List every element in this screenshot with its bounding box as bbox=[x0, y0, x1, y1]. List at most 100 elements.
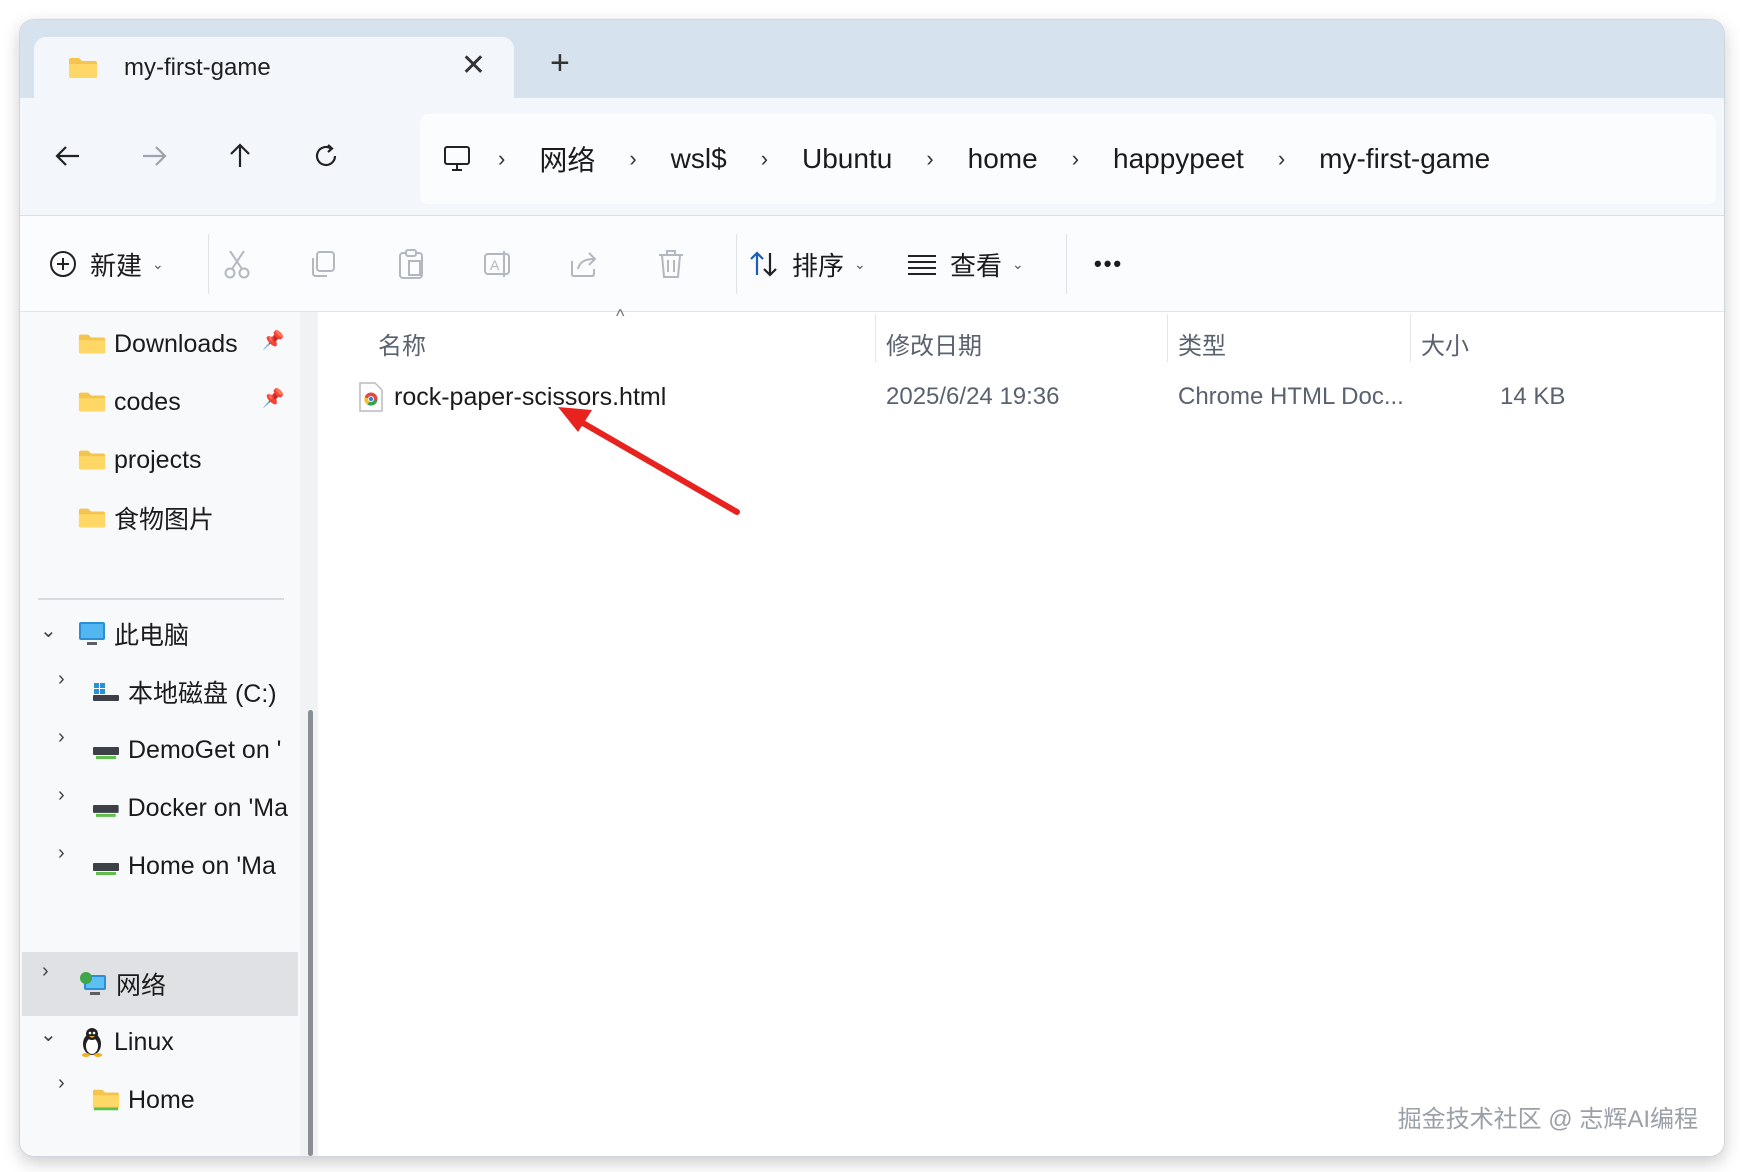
sidebar-item-label: 网络 bbox=[116, 972, 167, 1000]
network-drive-icon bbox=[92, 805, 119, 817]
new-label: 新建 bbox=[90, 250, 143, 281]
linux-penguin-icon bbox=[82, 1028, 102, 1057]
sidebar-item-linux[interactable]: Linux bbox=[78, 1010, 278, 1074]
chevron-right-icon[interactable]: › bbox=[58, 668, 65, 691]
breadcrumb-my-first-game[interactable]: my-first-game bbox=[1305, 143, 1504, 175]
up-button[interactable] bbox=[220, 136, 260, 176]
copy-icon bbox=[312, 251, 335, 277]
breadcrumb-home[interactable]: home bbox=[954, 143, 1052, 175]
rename-icon: A bbox=[484, 251, 510, 277]
sidebar-item-projects[interactable]: projects bbox=[78, 428, 278, 492]
sidebar-item-label: 本地磁盘 (C:) bbox=[128, 680, 277, 708]
breadcrumb-separator-icon: › bbox=[498, 146, 506, 171]
column-header-name[interactable]: 名称 bbox=[378, 318, 426, 368]
folder-icon bbox=[92, 1089, 120, 1111]
plus-circle-icon bbox=[50, 251, 76, 277]
new-tab-button[interactable]: + bbox=[550, 46, 570, 80]
forward-button[interactable] bbox=[134, 136, 174, 176]
sidebar-item-label: Linux bbox=[114, 1027, 174, 1056]
navigation-bar: › 网络 › wsl$ › Ubuntu › home › happypeet … bbox=[20, 98, 1724, 216]
monitor-icon bbox=[79, 622, 105, 645]
sidebar-item-label: 此电脑 bbox=[114, 622, 190, 650]
chevron-down-icon: ⌄ bbox=[152, 255, 164, 272]
up-arrow-icon bbox=[230, 143, 250, 167]
svg-text:A: A bbox=[490, 257, 500, 273]
chevron-down-icon: ⌄ bbox=[1012, 255, 1024, 272]
chevron-right-icon[interactable]: › bbox=[58, 726, 65, 749]
column-header-modified[interactable]: 修改日期 bbox=[886, 318, 982, 368]
breadcrumb-network[interactable]: 网络 bbox=[525, 139, 609, 179]
chevron-right-icon[interactable]: › bbox=[58, 842, 65, 865]
chevron-down-icon: ⌄ bbox=[854, 255, 866, 272]
rename-button[interactable]: A bbox=[482, 216, 514, 312]
sort-button[interactable]: 排序 ⌄ bbox=[748, 216, 866, 312]
sidebar-item-label: codes bbox=[114, 387, 181, 416]
sidebar-item-label: projects bbox=[114, 445, 202, 474]
sidebar-divider bbox=[38, 598, 284, 600]
folder-icon bbox=[78, 334, 106, 354]
breadcrumb-happypeet[interactable]: happypeet bbox=[1099, 143, 1258, 175]
breadcrumb-separator-icon: › bbox=[629, 146, 637, 171]
breadcrumb-wsl[interactable]: wsl$ bbox=[657, 143, 741, 175]
breadcrumb-separator-icon: › bbox=[1071, 146, 1080, 171]
column-divider[interactable] bbox=[875, 314, 876, 362]
chevron-right-icon[interactable]: › bbox=[42, 960, 49, 983]
annotation-arrow bbox=[558, 407, 740, 515]
breadcrumb-separator-icon: › bbox=[760, 146, 769, 171]
toolbar-divider bbox=[736, 234, 737, 294]
folder-icon bbox=[78, 508, 106, 528]
chevron-down-icon[interactable]: ⌄ bbox=[40, 1022, 57, 1047]
sidebar-item-label: Home bbox=[128, 1085, 195, 1114]
clipboard-icon bbox=[399, 249, 423, 279]
sidebar-item-local-disk-c[interactable]: 本地磁盘 (C:) bbox=[92, 660, 292, 724]
copy-button[interactable] bbox=[308, 216, 338, 312]
file-size-cell: 14 KB bbox=[1500, 383, 1566, 410]
pin-icon: 📌 bbox=[262, 330, 285, 350]
column-header-type[interactable]: 类型 bbox=[1178, 318, 1226, 368]
paste-button[interactable] bbox=[396, 216, 426, 312]
breadcrumb-separator-icon: › bbox=[926, 146, 934, 171]
delete-button[interactable] bbox=[656, 216, 686, 312]
close-tab-icon[interactable]: ✕ bbox=[461, 51, 486, 81]
chevron-down-icon[interactable]: ⌄ bbox=[40, 618, 57, 643]
sidebar-item-linux-home[interactable]: Home bbox=[92, 1068, 288, 1132]
chevron-right-icon[interactable]: › bbox=[58, 1072, 65, 1095]
sidebar-item-codes[interactable]: codes bbox=[78, 370, 268, 434]
folder-icon bbox=[78, 450, 106, 470]
scissors-icon bbox=[224, 250, 250, 279]
trash-icon bbox=[659, 250, 683, 278]
file-type-cell: Chrome HTML Doc... bbox=[1178, 383, 1404, 410]
sidebar-item-network[interactable]: 网络 bbox=[78, 952, 278, 1016]
column-divider[interactable] bbox=[1410, 314, 1411, 362]
more-icon: ••• bbox=[1094, 251, 1124, 276]
network-icon bbox=[80, 972, 106, 995]
sidebar-scrollbar-thumb[interactable] bbox=[308, 710, 313, 1156]
chevron-right-icon[interactable]: › bbox=[58, 784, 65, 807]
sidebar-item-this-pc[interactable]: 此电脑 bbox=[78, 602, 278, 666]
address-bar[interactable]: › 网络 › wsl$ › Ubuntu › home › happypeet … bbox=[420, 114, 1716, 204]
back-button[interactable] bbox=[48, 136, 88, 176]
tab-title: my-first-game bbox=[124, 53, 271, 81]
command-toolbar: 新建 ⌄ A 排序 ⌄ 查看 ⌄ ••• bbox=[20, 216, 1724, 312]
cut-button[interactable] bbox=[222, 216, 252, 312]
breadcrumb-ubuntu[interactable]: Ubuntu bbox=[788, 143, 906, 175]
column-header-size[interactable]: 大小 bbox=[1421, 318, 1469, 368]
sidebar-item-downloads[interactable]: Downloads bbox=[78, 312, 268, 376]
view-button[interactable]: 查看 ⌄ bbox=[906, 216, 1024, 312]
more-options-button[interactable]: ••• bbox=[1094, 216, 1123, 312]
folder-icon bbox=[78, 392, 106, 412]
sidebar-item-home-drive[interactable]: Home on 'Ma bbox=[92, 834, 288, 898]
network-drive-icon bbox=[93, 863, 119, 875]
tab-my-first-game[interactable]: my-first-game ✕ bbox=[34, 37, 514, 98]
sidebar-item-label: Downloads bbox=[114, 329, 238, 358]
file-explorer-window: my-first-game ✕ + › 网络 › wsl$ › Ubuntu ›… bbox=[20, 20, 1724, 1156]
pin-icon: 📌 bbox=[262, 388, 285, 408]
sidebar-item-food-images[interactable]: 食物图片 bbox=[78, 486, 278, 550]
sidebar-item-demoget-drive[interactable]: DemoGet on ' bbox=[92, 718, 288, 782]
share-button[interactable] bbox=[568, 216, 600, 312]
breadcrumb-separator-icon: › bbox=[1277, 146, 1286, 171]
sidebar-item-docker-drive[interactable]: Docker on 'Ma bbox=[92, 776, 288, 840]
column-divider[interactable] bbox=[1167, 314, 1168, 362]
new-button[interactable]: 新建 ⌄ bbox=[48, 216, 164, 312]
refresh-button[interactable] bbox=[306, 136, 346, 176]
